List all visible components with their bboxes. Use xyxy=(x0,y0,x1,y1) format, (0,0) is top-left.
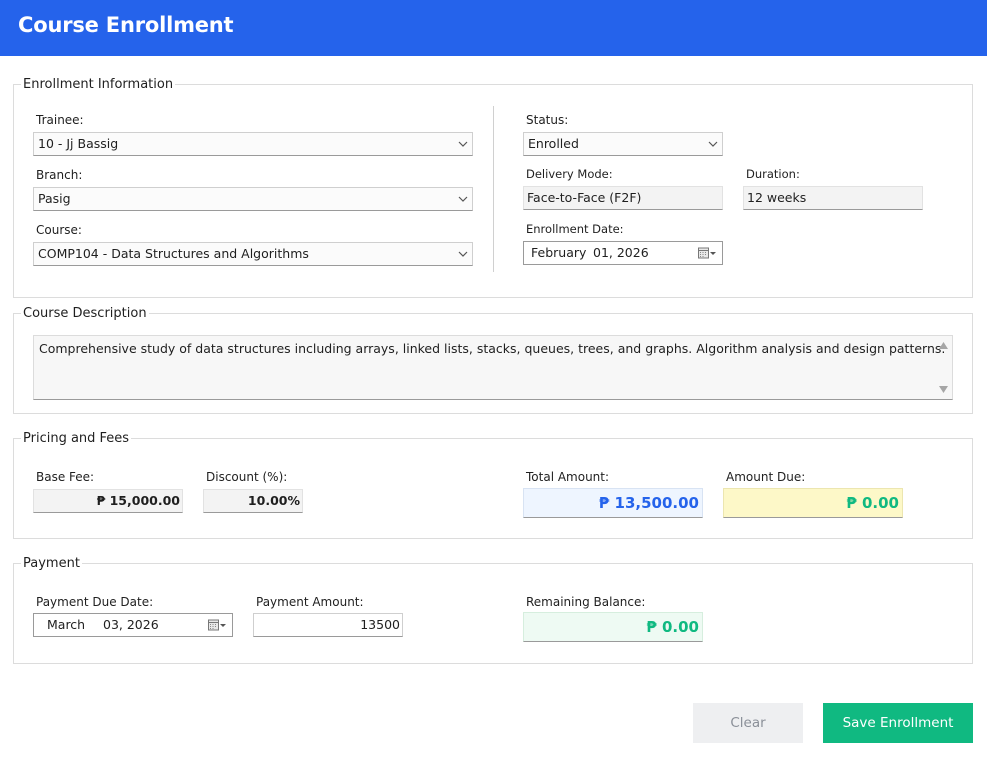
course-description-textarea[interactable]: Comprehensive study of data structures i… xyxy=(33,335,953,400)
course-description-text: Comprehensive study of data structures i… xyxy=(39,341,946,356)
discount-field: 10.00% xyxy=(203,489,303,513)
trainee-value: 10 - Jj Bassig xyxy=(38,136,119,151)
duration-field: 12 weeks xyxy=(743,186,923,210)
base-fee-field: ₱ 15,000.00 xyxy=(33,489,183,513)
arrow-down-icon[interactable] xyxy=(939,386,948,393)
discount-label: Discount (%): xyxy=(206,470,288,484)
trainee-label: Trainee: xyxy=(36,113,84,127)
payment-legend: Payment xyxy=(23,556,80,571)
column-divider xyxy=(493,106,494,272)
course-label: Course: xyxy=(36,223,82,237)
delivery-mode-field: Face-to-Face (F2F) xyxy=(523,186,723,210)
trainee-select[interactable]: 10 - Jj Bassig xyxy=(33,132,473,156)
chevron-down-icon xyxy=(458,141,468,147)
chevron-down-icon xyxy=(458,251,468,257)
base-fee-label: Base Fee: xyxy=(36,470,95,484)
payment-due-date-day-year[interactable]: 03, 2026 xyxy=(103,614,159,636)
total-amount-field: ₱ 13,500.00 xyxy=(523,488,703,518)
remaining-balance-field: ₱ 0.00 xyxy=(523,612,703,642)
remaining-balance-label: Remaining Balance: xyxy=(526,595,646,609)
branch-label: Branch: xyxy=(36,168,83,182)
payment-due-date-picker[interactable]: March 03, 2026 xyxy=(33,613,233,637)
chevron-down-icon xyxy=(708,141,718,147)
arrow-up-icon[interactable] xyxy=(939,342,948,349)
payment-group: Payment xyxy=(13,556,973,664)
enrollment-information-legend: Enrollment Information xyxy=(23,77,174,92)
payment-due-date-label: Payment Due Date: xyxy=(36,595,154,609)
course-value: COMP104 - Data Structures and Algorithms xyxy=(38,246,309,261)
clear-button[interactable]: Clear xyxy=(693,703,803,743)
page-title: Course Enrollment xyxy=(18,13,234,37)
amount-due-label: Amount Due: xyxy=(726,470,806,484)
enrollment-date-label: Enrollment Date: xyxy=(526,222,624,236)
course-description-legend: Course Description xyxy=(23,306,147,321)
enrollment-date-picker[interactable]: February 01, 2026 xyxy=(523,241,723,265)
description-scrollbar[interactable] xyxy=(935,336,952,399)
payment-due-date-month[interactable]: March xyxy=(47,614,85,636)
total-amount-label: Total Amount: xyxy=(526,470,610,484)
status-label: Status: xyxy=(526,113,569,127)
calendar-icon[interactable] xyxy=(698,247,716,260)
app-header: Course Enrollment xyxy=(0,0,987,56)
duration-label: Duration: xyxy=(746,167,800,181)
chevron-down-icon xyxy=(458,196,468,202)
calendar-icon[interactable] xyxy=(208,619,226,632)
branch-select[interactable]: Pasig xyxy=(33,187,473,211)
course-select[interactable]: COMP104 - Data Structures and Algorithms xyxy=(33,242,473,266)
save-enrollment-button[interactable]: Save Enrollment xyxy=(823,703,973,743)
enrollment-date-month[interactable]: February xyxy=(531,242,586,264)
delivery-mode-label: Delivery Mode: xyxy=(526,167,613,181)
branch-value: Pasig xyxy=(38,191,71,206)
payment-amount-input[interactable]: 13500 xyxy=(253,613,403,637)
pricing-fees-legend: Pricing and Fees xyxy=(23,431,130,446)
payment-amount-label: Payment Amount: xyxy=(256,595,364,609)
enrollment-date-day-year[interactable]: 01, 2026 xyxy=(593,242,649,264)
pricing-fees-group: Pricing and Fees xyxy=(13,431,973,539)
status-value: Enrolled xyxy=(528,136,579,151)
status-select[interactable]: Enrolled xyxy=(523,132,723,156)
amount-due-field: ₱ 0.00 xyxy=(723,488,903,518)
